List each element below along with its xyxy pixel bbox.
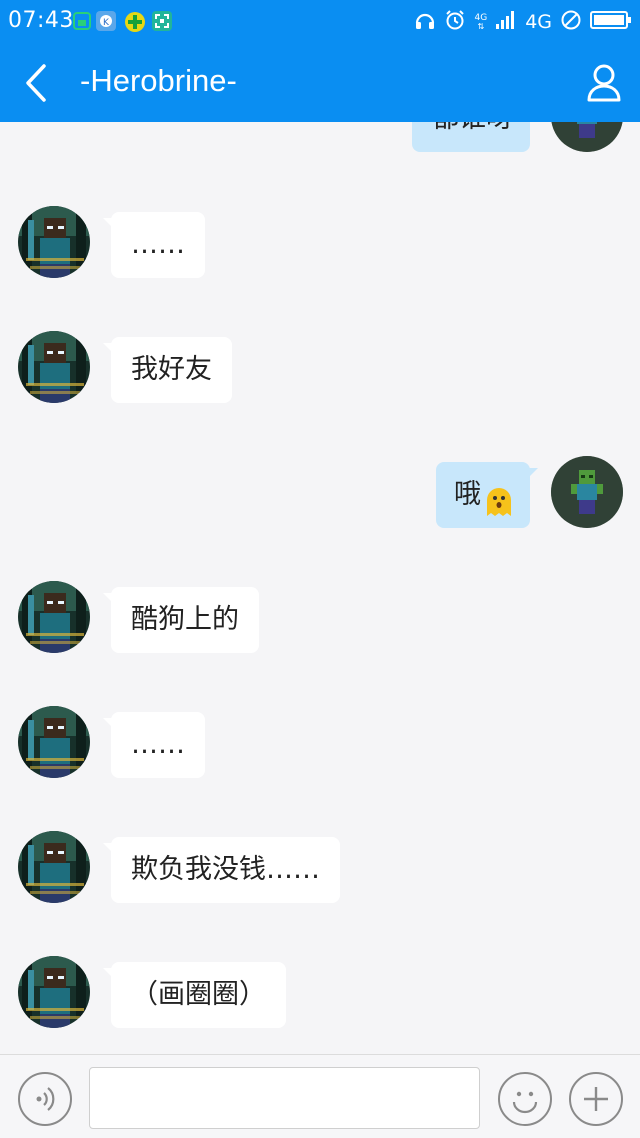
message-bubble-incoming[interactable]: 我好友 [103, 337, 232, 403]
network-type: 4G [525, 11, 552, 33]
status-time: 07:43 [8, 8, 74, 33]
mobile-data-app-icon [72, 11, 92, 31]
profile-icon[interactable] [584, 62, 624, 104]
chat-message-list[interactable]: 都谁呀 …… 我好友 哦 酷狗上的 …… 欺负我没钱…… （画圈圈） [0, 122, 640, 1054]
headphones-icon [414, 9, 436, 35]
message-bubble-incoming[interactable]: 酷狗上的 [103, 587, 259, 653]
message-bubble-outgoing[interactable]: 哦 [436, 462, 538, 528]
message-text: …… [131, 229, 185, 260]
network-small: 4G ⇅ [474, 13, 487, 31]
chat-title[interactable]: -Herobrine- [80, 63, 237, 99]
plus-icon[interactable] [569, 1072, 623, 1126]
message-text: 酷狗上的 [131, 604, 239, 635]
contact-avatar[interactable] [18, 581, 90, 653]
back-arrow-icon[interactable] [18, 62, 58, 104]
k-app-icon: K [96, 11, 116, 31]
my-avatar[interactable] [551, 456, 623, 528]
contact-avatar[interactable] [18, 956, 90, 1028]
message-text: 都谁呀 [432, 122, 513, 134]
message-text: 我好友 [131, 354, 212, 385]
contact-avatar[interactable] [18, 206, 90, 278]
message-bubble-outgoing[interactable]: 都谁呀 [412, 122, 530, 152]
contact-avatar[interactable] [18, 706, 90, 778]
message-text: 哦 [454, 479, 481, 510]
contact-avatar[interactable] [18, 831, 90, 903]
message-bubble-incoming[interactable]: （画圈圈） [103, 962, 286, 1028]
message-text: 欺负我没钱…… [131, 854, 320, 885]
message-text: （画圈圈） [131, 979, 266, 1010]
contact-avatar[interactable] [18, 331, 90, 403]
data-arrows-icon: ⇅ [477, 21, 485, 31]
status-bar: 07:43 K 4G ⇅ 4G [0, 0, 640, 44]
signal-icon [495, 9, 517, 35]
message-bubble-incoming[interactable]: …… [103, 712, 205, 778]
voice-icon[interactable] [18, 1072, 72, 1126]
message-bubble-incoming[interactable]: …… [103, 212, 205, 278]
message-text: …… [131, 729, 185, 760]
message-input-bar [0, 1054, 640, 1138]
message-bubble-incoming[interactable]: 欺负我没钱…… [103, 837, 340, 903]
plus-app-icon [124, 11, 145, 32]
message-input[interactable] [89, 1067, 480, 1129]
chat-header: -Herobrine- [0, 44, 640, 122]
my-avatar[interactable] [551, 122, 623, 152]
battery-icon [590, 9, 632, 35]
no-disturb-icon [560, 9, 582, 35]
alarm-icon [444, 9, 466, 35]
surprised-face-emoji [483, 477, 515, 516]
scan-app-icon [152, 11, 172, 31]
emoji-icon[interactable] [498, 1072, 552, 1126]
